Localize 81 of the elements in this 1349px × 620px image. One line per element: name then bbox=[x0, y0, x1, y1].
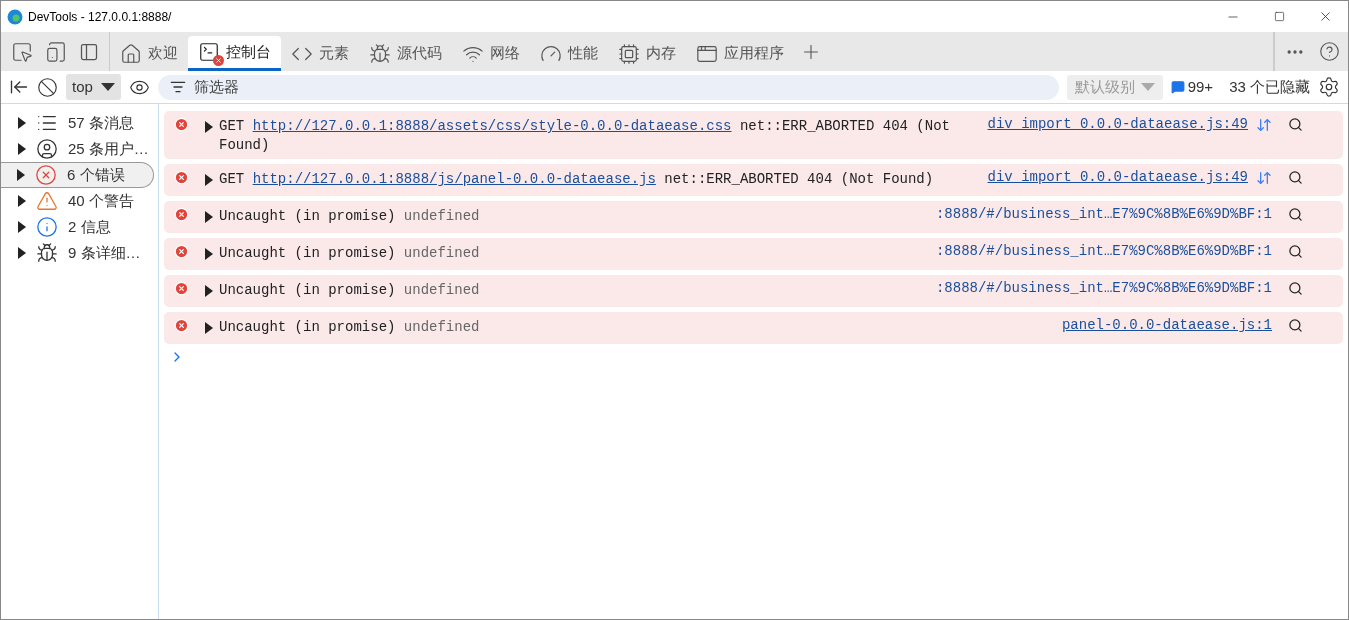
search-icon[interactable] bbox=[1288, 318, 1303, 333]
sidebar-label: 40 个警告 bbox=[68, 190, 134, 211]
filter-icon bbox=[169, 79, 186, 95]
message-text: Uncaught (in promise) undefined bbox=[219, 244, 481, 263]
house-icon bbox=[120, 42, 142, 65]
dock-icon[interactable] bbox=[79, 41, 99, 62]
message-text: Uncaught (in promise) undefined bbox=[219, 318, 481, 337]
error-icon bbox=[174, 170, 189, 185]
info-icon bbox=[36, 216, 58, 238]
expand-triangle-icon[interactable] bbox=[205, 322, 213, 334]
search-icon[interactable] bbox=[1288, 244, 1303, 259]
device-icon[interactable] bbox=[45, 40, 67, 63]
expand-triangle-icon[interactable] bbox=[17, 169, 25, 181]
search-icon[interactable] bbox=[1288, 207, 1303, 222]
context-dropdown[interactable]: top bbox=[66, 74, 121, 100]
resource-link[interactable]: http://127.0.0.1:8888/js/panel-0.0.0-dataease.js bbox=[252, 171, 656, 187]
expand-triangle-icon[interactable] bbox=[18, 221, 26, 233]
sidebar-label: 9 条详细… bbox=[68, 242, 141, 263]
warning-icon bbox=[36, 190, 58, 212]
sidebar-label: 57 条消息 bbox=[68, 112, 134, 133]
source-link[interactable]: :8888/#/business_int…E7%9C%8B%E6%9D%BF:1 bbox=[935, 205, 1272, 224]
expand-triangle-icon[interactable] bbox=[18, 195, 26, 207]
sidebar-label: 25 条用户… bbox=[68, 138, 149, 159]
panel-tab[interactable]: 内存 bbox=[608, 36, 686, 71]
terminal-icon bbox=[198, 41, 220, 63]
search-icon[interactable] bbox=[1288, 281, 1303, 296]
bug-icon bbox=[36, 242, 58, 264]
browser-logo-icon bbox=[7, 8, 23, 25]
sidebar-item[interactable]: 40 个警告 bbox=[1, 188, 158, 214]
error-icon bbox=[174, 318, 189, 333]
search-icon[interactable] bbox=[1288, 170, 1303, 185]
window-title: DevTools - 127.0.0.1:8888/ bbox=[28, 8, 172, 26]
panel-tab[interactable]: 欢迎 bbox=[110, 36, 188, 71]
message-text: Uncaught (in promise) undefined bbox=[219, 281, 481, 300]
user-icon bbox=[36, 138, 58, 160]
panel-tab[interactable]: 元素 bbox=[281, 36, 359, 71]
sidebar-item[interactable]: 9 条详细… bbox=[1, 240, 158, 266]
expand-triangle-icon[interactable] bbox=[18, 117, 26, 129]
resource-link[interactable]: http://127.0.0.1:8888/assets/css/style-0.0.0-dataease.css bbox=[252, 118, 732, 134]
inspect-icon[interactable] bbox=[11, 40, 33, 63]
sidebar-label: 6 个错误 bbox=[67, 164, 125, 185]
network-request-icon[interactable] bbox=[1256, 170, 1272, 186]
panel-tab[interactable]: 控制台 bbox=[188, 36, 281, 71]
expand-triangle-icon[interactable] bbox=[18, 247, 26, 259]
maximize-icon[interactable] bbox=[1273, 11, 1285, 22]
panel-tab[interactable]: 源代码 bbox=[359, 36, 452, 71]
issues-count[interactable]: 99+ bbox=[1187, 75, 1214, 99]
error-icon bbox=[174, 244, 189, 259]
sidebar-item[interactable]: 57 条消息 bbox=[1, 110, 158, 136]
expand-triangle-icon[interactable] bbox=[205, 121, 213, 133]
panel-tab[interactable]: 应用程序 bbox=[686, 36, 794, 71]
settings-icon[interactable] bbox=[1318, 76, 1340, 98]
error-icon bbox=[174, 117, 189, 132]
expand-triangle-icon[interactable] bbox=[205, 285, 213, 297]
network-request-icon[interactable] bbox=[1256, 117, 1272, 133]
message-text: Uncaught (in promise) undefined bbox=[219, 207, 481, 226]
message-text: GET http://127.0.0.1:8888/js/panel-0.0.0-dataease.js net::ERR_ABORTED 404 (Not Found) bbox=[219, 170, 935, 189]
sidebar-label: 2 信息 bbox=[68, 216, 111, 237]
source-link[interactable]: div_import_0.0.0-dataease.js:49 bbox=[987, 115, 1248, 134]
sidebar-item[interactable]: 2 信息 bbox=[1, 214, 158, 240]
source-link[interactable]: div_import_0.0.0-dataease.js:49 bbox=[987, 168, 1248, 187]
chip-icon bbox=[618, 42, 640, 65]
message-text: GET http://127.0.0.1:8888/assets/css/style-0.0.0-dataease.css net::ERR_ABORTED 404 (Not Found) bbox=[219, 117, 951, 155]
panel-tab[interactable]: 网络 bbox=[452, 36, 530, 71]
help-icon[interactable] bbox=[1319, 41, 1340, 62]
error-icon bbox=[174, 207, 189, 222]
expand-triangle-icon[interactable] bbox=[205, 248, 213, 260]
bug-icon bbox=[369, 42, 391, 65]
error-icon bbox=[174, 281, 189, 296]
clear-console-icon[interactable] bbox=[37, 76, 58, 98]
panel-tab[interactable]: 性能 bbox=[530, 36, 608, 71]
issues-icon bbox=[1170, 80, 1185, 94]
error-icon bbox=[35, 164, 57, 186]
source-link[interactable]: panel-0.0.0-dataease.js:1 bbox=[1061, 316, 1272, 335]
expand-triangle-icon[interactable] bbox=[205, 211, 213, 223]
hidden-count: 33 个已隐藏 bbox=[1229, 76, 1310, 97]
expand-triangle-icon[interactable] bbox=[205, 174, 213, 186]
search-icon[interactable] bbox=[1288, 117, 1303, 132]
source-link[interactable]: :8888/#/business_int…E7%9C%8B%E6%9D%BF:1 bbox=[935, 242, 1272, 261]
sidebar-item[interactable]: 6 个错误 bbox=[1, 162, 154, 188]
source-link[interactable]: :8888/#/business_int…E7%9C%8B%E6%9D%BF:1 bbox=[935, 279, 1272, 298]
